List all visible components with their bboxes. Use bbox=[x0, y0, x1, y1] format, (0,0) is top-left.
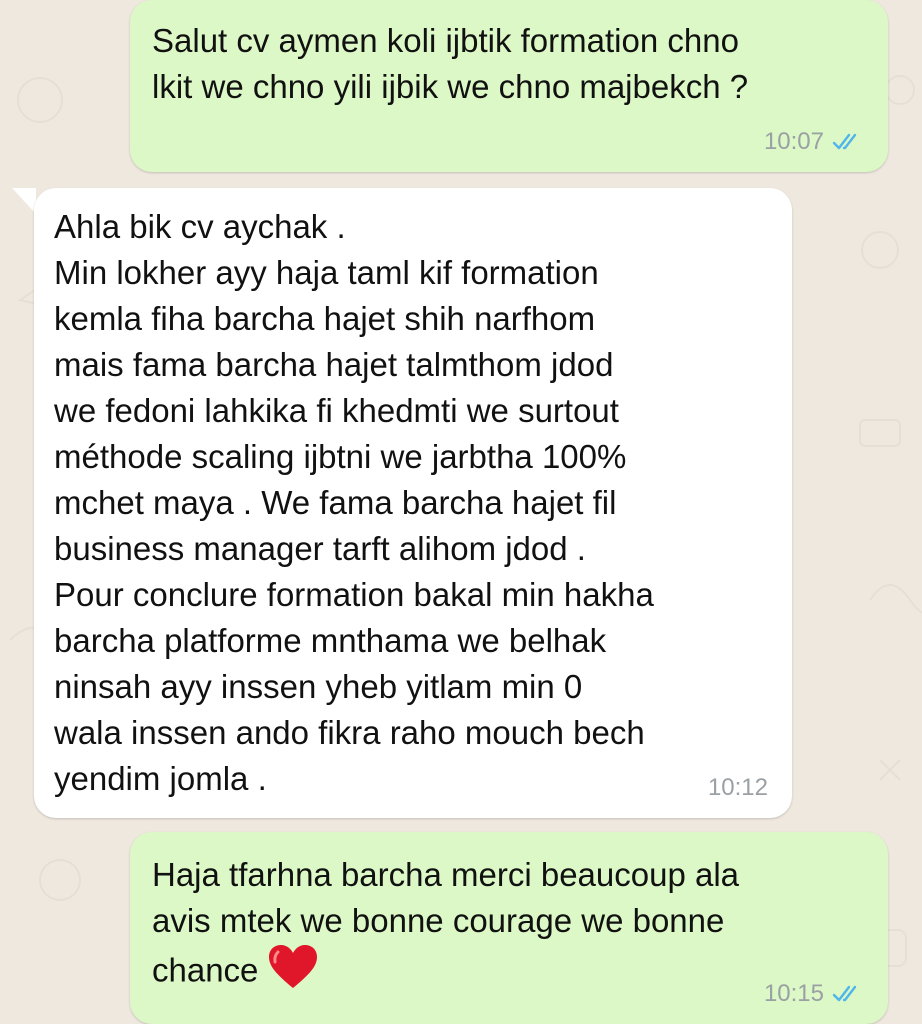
message-meta: 10:12 bbox=[708, 774, 768, 802]
message-text-body: Haja tfarhna barcha merci beaucoup ala a… bbox=[152, 856, 740, 989]
message-text: Haja tfarhna barcha merci beaucoup ala a… bbox=[152, 852, 739, 1002]
double-check-read-icon bbox=[832, 132, 862, 152]
message-meta: 10:07 bbox=[764, 128, 862, 156]
bubble-tail bbox=[12, 188, 36, 214]
message-time: 10:15 bbox=[763, 980, 824, 1007]
outgoing-message-bubble[interactable]: Haja tfarhna barcha merci beaucoup ala a… bbox=[130, 832, 888, 1024]
message-text: Ahla bik cv aychak . Min lokher ayy haja… bbox=[54, 208, 654, 797]
message-time: 10:07 bbox=[763, 128, 824, 155]
red-heart-icon bbox=[268, 944, 318, 1002]
bubble-tail bbox=[828, 0, 852, 26]
double-check-read-icon bbox=[832, 984, 862, 1004]
message-meta: 10:15 bbox=[764, 980, 862, 1008]
message-time: 10:12 bbox=[707, 774, 768, 801]
message-text: Salut cv aymen koli ijbtik formation chn… bbox=[152, 22, 749, 105]
incoming-message-bubble[interactable]: Ahla bik cv aychak . Min lokher ayy haja… bbox=[34, 188, 792, 818]
outgoing-message-bubble[interactable]: Salut cv aymen koli ijbtik formation chn… bbox=[130, 0, 888, 172]
